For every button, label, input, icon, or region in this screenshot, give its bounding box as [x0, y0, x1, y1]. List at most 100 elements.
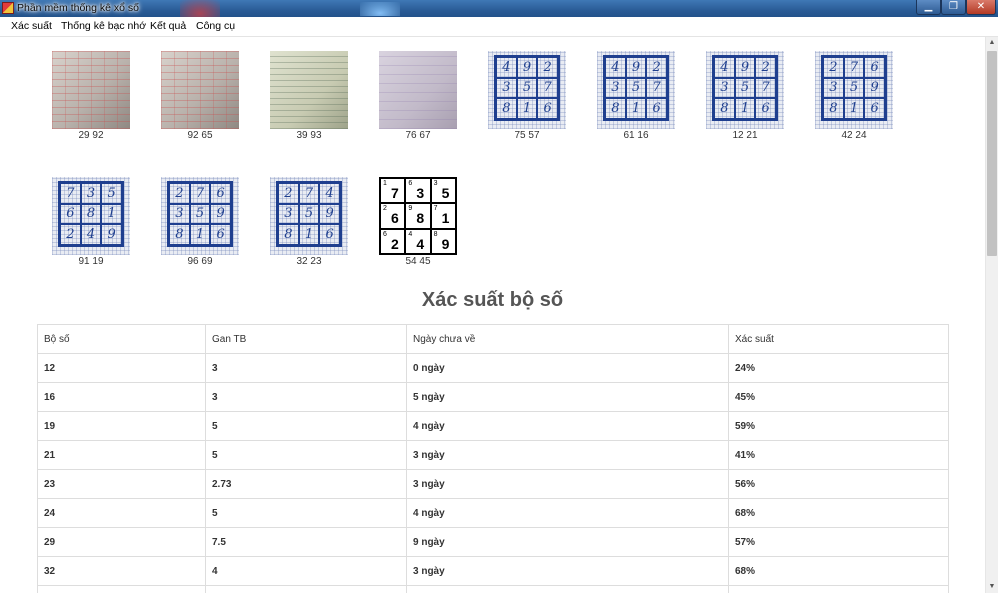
scroll-down-icon[interactable]: ▼ — [986, 581, 998, 593]
grid-cell: 7 — [60, 183, 81, 204]
grid-cell: 9 — [864, 77, 885, 99]
close-button[interactable]: ✕ — [966, 0, 996, 15]
cell-bo-so: 19 — [37, 411, 206, 441]
cell-gan-tb: 7.5 — [205, 527, 407, 557]
grid-cell: 63 — [405, 178, 431, 204]
grid-cell: 1 — [298, 224, 320, 245]
grid-cell: 89 — [430, 228, 456, 254]
thumbnail-image[interactable]: 176335269871624489 — [379, 177, 457, 255]
cell-ngay-chua-ve — [406, 585, 729, 593]
grid-cell: 2 — [537, 57, 558, 78]
thumbnail-image[interactable]: 492357816 — [706, 51, 784, 129]
gallery-thumbnail[interactable]: 76 67 — [379, 51, 457, 141]
minimize-button[interactable]: ▁ — [916, 0, 941, 15]
handwritten-grid: 735681249 — [58, 181, 124, 247]
scroll-thumb[interactable] — [987, 51, 997, 256]
gallery-thumbnail[interactable]: 4 9 2 3 5 7 8 1 6 12 21 — [706, 51, 784, 141]
thumbnail-image[interactable]: 492357816 — [597, 51, 675, 129]
grid-cell: 5 — [734, 77, 756, 99]
grid-cell: 9 — [210, 203, 231, 225]
gallery-thumbnail[interactable]: 7 3 5 6 8 1 2 4 9 91 19 — [52, 177, 130, 267]
menu-ket-qua[interactable]: Kết quả — [150, 20, 186, 32]
table-row: 12 3 0 ngày 24% — [37, 353, 949, 383]
cell-xac-suat: 41% — [728, 440, 949, 470]
grid-cell: 6 — [319, 224, 340, 245]
maximize-button[interactable]: ❐ — [941, 0, 966, 15]
gallery-thumbnail[interactable]: 4 9 2 3 5 7 8 1 6 75 57 — [488, 51, 566, 141]
thumbnail-image[interactable] — [379, 51, 457, 129]
menu-xac-suat[interactable]: Xác suất — [11, 20, 52, 32]
menu-cong-cu[interactable]: Công cụ — [196, 20, 235, 32]
gallery-thumbnail[interactable]: 92 65 — [161, 51, 239, 141]
thumbnail-caption: 91 19 — [78, 256, 104, 267]
gallery-thumbnail[interactable]: 2 7 6 3 5 9 8 1 6 96 69 — [161, 177, 239, 267]
grid-cell: 1 — [625, 98, 647, 119]
thumbnail-image[interactable] — [161, 51, 239, 129]
thumbnail-caption: 92 65 — [187, 130, 213, 141]
grid-cell: 62 — [380, 228, 406, 254]
table-row: 19 5 4 ngày 59% — [37, 411, 949, 441]
header-gan-tb: Gan TB — [205, 324, 407, 354]
handwritten-grid: 276359816 — [821, 55, 887, 121]
table-row: 16 3 5 ngày 45% — [37, 382, 949, 412]
cell-index: 7 — [433, 205, 438, 213]
grid-cell: 8 — [605, 98, 626, 119]
thumbnail-image[interactable]: 274359816 — [270, 177, 348, 255]
grid-cell: 2 — [169, 183, 190, 204]
grid-cell: 9 — [625, 57, 647, 78]
titlebar-glow — [180, 0, 220, 17]
grid-cell: 3 — [605, 77, 626, 99]
grid-cell: 44 — [405, 228, 431, 254]
gallery-thumbnail[interactable]: 39 93 — [270, 51, 348, 141]
table-header-row: Bộ số Gan TB Ngày chưa về Xác suất — [37, 324, 949, 354]
handwritten-grid: 492357816 — [603, 55, 669, 121]
grid-cell: 4 — [319, 183, 340, 204]
grid-cell: 8 — [714, 98, 735, 119]
header-xac-suat: Xác suất — [728, 324, 949, 354]
section-title: Xác suất bộ số — [421, 289, 564, 311]
cell-bo-so: 29 — [37, 527, 206, 557]
cell-xac-suat: 68% — [728, 498, 949, 528]
cell-bo-so — [37, 585, 206, 593]
cell-ngay-chua-ve: 3 ngày — [406, 556, 729, 586]
thumbnail-image[interactable]: 492357816 — [488, 51, 566, 129]
cell-ngay-chua-ve: 3 ngày — [406, 469, 729, 499]
grid-cell: 5 — [298, 203, 320, 225]
cell-index: 8 — [433, 230, 438, 238]
thumbnail-caption: 61 16 — [623, 130, 649, 141]
grid-cell: 8 — [80, 203, 102, 225]
grid-cell: 1 — [843, 98, 865, 119]
cell-xac-suat: 56% — [728, 469, 949, 499]
grid-cell: 4 — [605, 57, 626, 78]
thumbnail-caption: 39 93 — [296, 130, 322, 141]
thumbnail-image[interactable] — [52, 51, 130, 129]
cell-index: 2 — [383, 205, 387, 213]
thumbnail-image[interactable] — [270, 51, 348, 129]
cell-bo-so: 24 — [37, 498, 206, 528]
gallery-thumbnail[interactable]: 2 7 4 3 5 9 8 1 6 32 23 — [270, 177, 348, 267]
thumbnail-image[interactable]: 276359816 — [161, 177, 239, 255]
gallery-thumbnail[interactable]: 29 92 — [52, 51, 130, 141]
cell-ngay-chua-ve: 0 ngày — [406, 353, 729, 383]
cell-index: 3 — [433, 180, 438, 187]
gallery-thumbnail[interactable]: 2 7 6 3 5 9 8 1 6 42 24 — [815, 51, 893, 141]
grid-cell: 3 — [823, 77, 844, 99]
menu-thong-ke-bac-nho[interactable]: Thống kê bạc nhớ — [61, 20, 146, 32]
titlebar-glow — [360, 2, 400, 16]
cell-bo-so: 16 — [37, 382, 206, 412]
grid-cell: 7 — [298, 183, 320, 204]
thumbnail-image[interactable]: 735681249 — [52, 177, 130, 255]
vertical-scrollbar[interactable]: ▲ ▼ — [985, 37, 998, 593]
grid-cell: 3 — [714, 77, 735, 99]
gallery-thumbnail[interactable]: 1 7 6 3 3 5 2 6 9 8 7 1 6 2 4 4 8 9 54 45 — [379, 177, 457, 267]
scroll-up-icon[interactable]: ▲ — [986, 37, 998, 49]
grid-cell: 1 — [516, 98, 538, 119]
thumbnail-image[interactable]: 276359816 — [815, 51, 893, 129]
cell-xac-suat: 59% — [728, 411, 949, 441]
cell-ngay-chua-ve: 5 ngày — [406, 382, 729, 412]
thumbnail-caption: 32 23 — [296, 256, 322, 267]
cell-bo-so: 12 — [37, 353, 206, 383]
cell-index: 9 — [408, 205, 413, 213]
grid-cell: 3 — [80, 183, 102, 204]
gallery-thumbnail[interactable]: 4 9 2 3 5 7 8 1 6 61 16 — [597, 51, 675, 141]
